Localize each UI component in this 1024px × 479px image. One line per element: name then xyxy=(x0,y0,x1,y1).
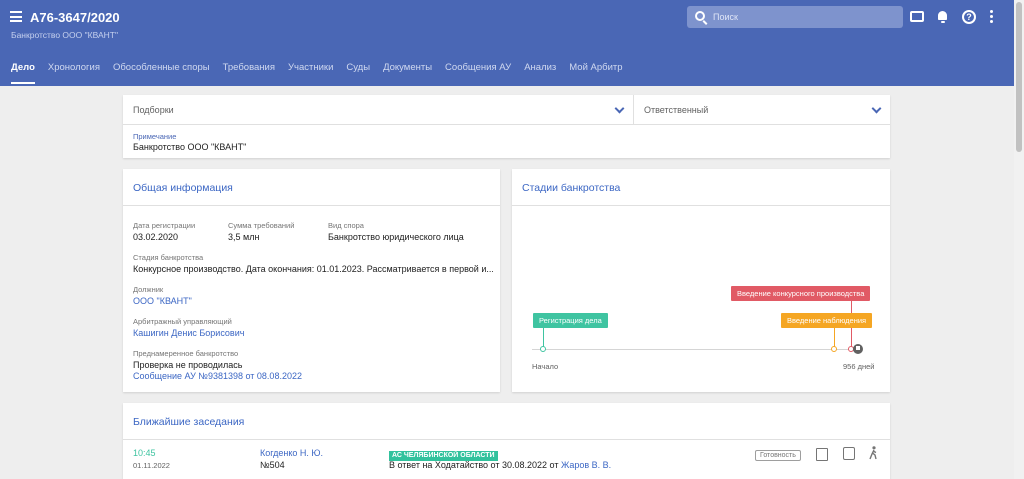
tab-courts[interactable]: Суды xyxy=(346,62,370,84)
claims-label: Сумма требований xyxy=(228,221,295,230)
debtor-field: Должник ООО "КВАНТ" xyxy=(133,285,192,306)
tab-claims[interactable]: Требования xyxy=(223,62,275,84)
note-label: Примечание xyxy=(133,132,177,141)
debtor-link[interactable]: ООО "КВАНТ" xyxy=(133,296,192,306)
menu-icon[interactable] xyxy=(10,11,22,23)
page-scrollbar[interactable] xyxy=(1014,0,1024,479)
hearings-title: Ближайшие заседания xyxy=(133,416,245,428)
tab-my-arbiter[interactable]: Мой Арбитр xyxy=(569,62,622,84)
stage-dot-registration xyxy=(540,346,546,352)
stage-label-registration[interactable]: Регистрация дела xyxy=(533,313,608,328)
dispute-field: Вид спора Банкротство юридического лица xyxy=(328,221,464,242)
chat-icon[interactable] xyxy=(910,11,924,22)
hearing-description: В ответ на Ходатайство от 30.08.2022 от … xyxy=(389,460,611,470)
divider xyxy=(512,205,890,206)
hearing-date: 01.11.2022 xyxy=(133,461,170,470)
manager-link[interactable]: Кашигин Денис Борисович xyxy=(133,328,244,338)
note-block[interactable]: Примечание Банкротство ООО "КВАНТ" xyxy=(133,132,246,152)
filters-card: Подборки Ответственный Примечание Банкро… xyxy=(123,95,890,158)
party-link[interactable]: Жаров В. В. xyxy=(561,460,611,470)
responsible-label: Ответственный xyxy=(644,105,709,115)
chevron-down-icon xyxy=(871,103,882,114)
upcoming-hearings-card: Ближайшие заседания 10:45 01.11.2022 Ког… xyxy=(123,403,890,479)
timeline-axis xyxy=(532,349,858,350)
case-subtitle: Банкротство ООО "КВАНТ" xyxy=(11,30,119,40)
reg-date-field: Дата регистрации 03.02.2020 xyxy=(133,221,195,242)
reg-date-value: 03.02.2020 xyxy=(133,232,179,242)
reg-date-label: Дата регистрации xyxy=(133,221,196,230)
timeline-end-label: 956 дней xyxy=(843,362,875,371)
search-icon xyxy=(695,11,705,21)
intent-label: Преднамеренное банкротство xyxy=(133,349,239,358)
bell-icon[interactable] xyxy=(936,10,950,24)
tab-documents[interactable]: Документы xyxy=(383,62,432,84)
stage-dot-observation xyxy=(831,346,837,352)
debtor-label: Должник xyxy=(133,285,164,294)
general-info-card: Общая информация Дата регистрации 03.02.… xyxy=(123,169,500,392)
tab-disputes[interactable]: Обособленные споры xyxy=(113,62,210,84)
case-number: А76-3647/2020 xyxy=(30,10,120,25)
person-walking-icon[interactable] xyxy=(869,446,878,460)
search-box[interactable] xyxy=(687,6,903,28)
document-icon[interactable] xyxy=(843,447,855,460)
stage-label: Стадия банкротства xyxy=(133,253,204,262)
intent-value: Проверка не проводилась xyxy=(133,360,243,370)
collections-label: Подборки xyxy=(133,105,174,115)
intent-message-link[interactable]: Сообщение АУ №9381398 от 08.08.2022 xyxy=(133,371,302,381)
claims-field: Сумма требований 3,5 млн xyxy=(228,221,294,242)
flag-icon xyxy=(853,344,863,354)
tab-analysis[interactable]: Анализ xyxy=(524,62,556,84)
chevron-down-icon xyxy=(614,103,625,114)
stage-label-receivership[interactable]: Введение конкурсного производства xyxy=(731,286,871,301)
open-external-icon[interactable] xyxy=(816,448,828,461)
tab-chronology[interactable]: Хронология xyxy=(48,62,100,84)
general-info-title: Общая информация xyxy=(133,182,233,194)
bankruptcy-stages-card: Стадии банкротства Введение конкурсного … xyxy=(512,169,890,392)
help-icon[interactable]: ? xyxy=(962,10,976,24)
dispute-value: Банкротство юридического лица xyxy=(328,232,464,242)
more-icon[interactable] xyxy=(990,10,994,24)
divider xyxy=(123,205,500,206)
scrollbar-thumb[interactable] xyxy=(1016,2,1022,152)
stage-line-registration xyxy=(543,328,544,347)
stage-label-observation[interactable]: Введение наблюдения xyxy=(781,313,873,328)
case-tabs: Дело Хронология Обособленные споры Требо… xyxy=(11,62,636,84)
hearing-description-text: В ответ на Ходатайство от 30.08.2022 от xyxy=(389,460,559,470)
stage-line-observation xyxy=(834,328,835,347)
tab-case[interactable]: Дело xyxy=(11,62,35,84)
collections-dropdown[interactable]: Подборки xyxy=(123,95,634,125)
responsible-dropdown[interactable]: Ответственный xyxy=(634,95,890,125)
note-value: Банкротство ООО "КВАНТ" xyxy=(133,142,247,152)
app-header: А76-3647/2020 Банкротство ООО "КВАНТ" ? … xyxy=(0,0,1014,86)
claims-value: 3,5 млн xyxy=(228,232,260,242)
stage-value: Конкурсное производство. Дата окончания:… xyxy=(133,264,493,274)
stages-title: Стадии банкротства xyxy=(522,182,621,194)
search-input[interactable] xyxy=(713,9,893,25)
stage-field: Стадия банкротства Конкурсное производст… xyxy=(133,253,493,274)
hearing-time: 10:45 xyxy=(133,448,156,458)
timeline-start-label: Начало xyxy=(532,362,559,371)
readiness-button[interactable]: Готовность xyxy=(755,450,801,461)
tab-participants[interactable]: Участники xyxy=(288,62,333,84)
judge-link[interactable]: Когденко Н. Ю. xyxy=(260,448,323,458)
intent-field: Преднамеренное банкротство Проверка не п… xyxy=(133,349,302,381)
manager-field: Арбитражный управляющий Кашигин Денис Бо… xyxy=(133,317,244,338)
manager-label: Арбитражный управляющий xyxy=(133,317,232,326)
tab-au-messages[interactable]: Сообщения АУ xyxy=(445,62,511,84)
hearing-room: №504 xyxy=(260,460,285,470)
table-row[interactable]: 10:45 01.11.2022 Когденко Н. Ю. №504 АС … xyxy=(123,440,890,479)
dispute-label: Вид спора xyxy=(328,221,364,230)
